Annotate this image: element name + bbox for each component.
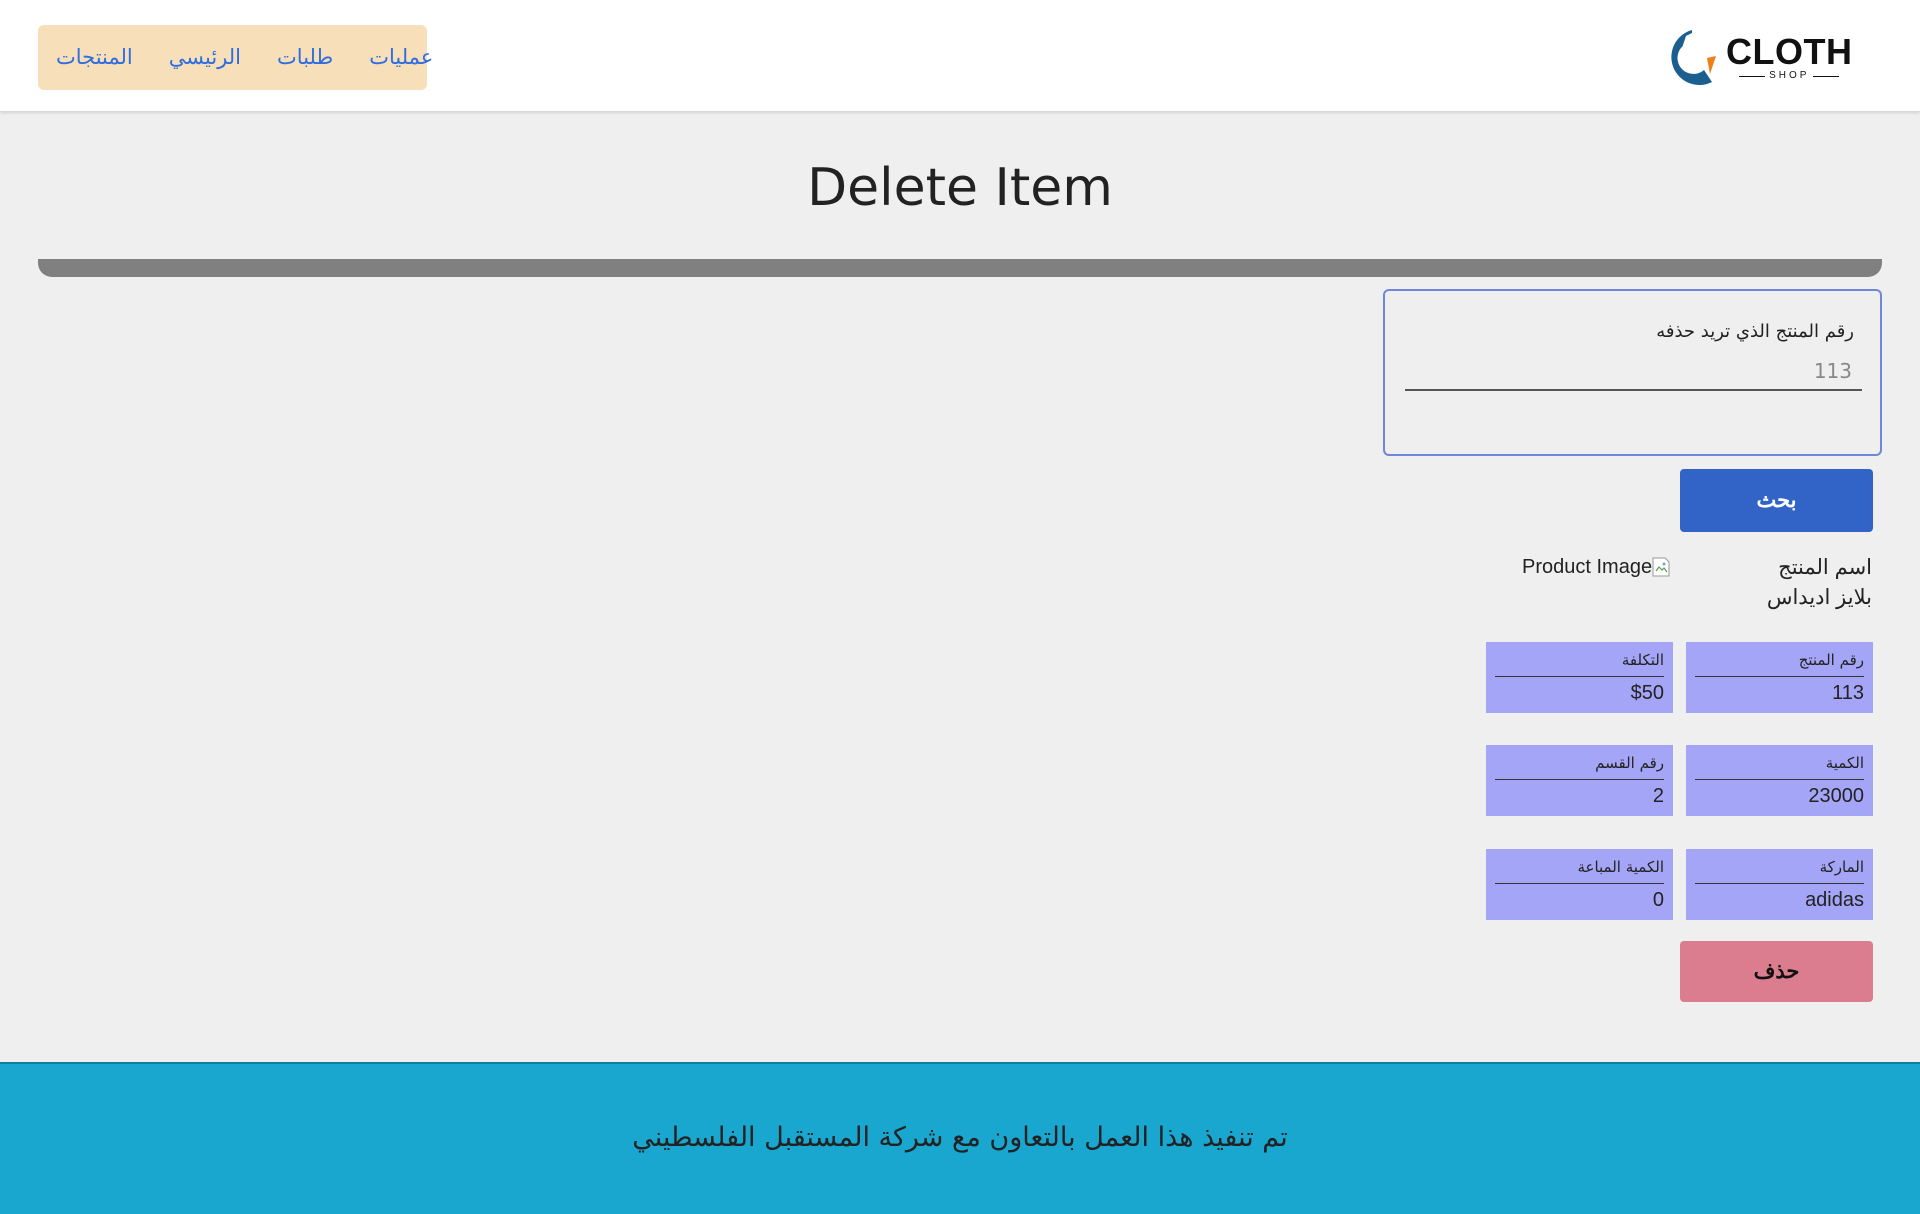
field-label: التكلفة xyxy=(1621,651,1664,669)
main-nav: عمليات طلبات الرئيسي المنتجات xyxy=(38,25,433,90)
product-name-label: اسم المنتج xyxy=(1778,556,1872,579)
field-label: رقم المنتج xyxy=(1798,651,1864,669)
delete-button[interactable]: حذف xyxy=(1680,941,1873,1002)
product-name-value: بلايز اديداس xyxy=(1766,586,1872,609)
logo-subtitle: SHOP xyxy=(1735,70,1843,82)
field-label: الكمية المباعة xyxy=(1577,858,1664,876)
field-divider xyxy=(1695,883,1864,884)
search-card: رقم المنتج الذي تريد حذفه xyxy=(1383,289,1882,456)
field-product-number: رقم المنتج 113 xyxy=(1686,642,1873,713)
product-image: Product Image xyxy=(1522,555,1670,579)
field-label: الماركة xyxy=(1819,858,1864,876)
field-divider xyxy=(1695,779,1864,780)
field-value: adidas xyxy=(1805,889,1864,911)
field-label: رقم القسم xyxy=(1595,754,1664,772)
site-header: عمليات طلبات الرئيسي المنتجات CLOTH SHOP xyxy=(0,0,1920,112)
shirt-logo-icon xyxy=(1671,30,1716,86)
broken-image-icon xyxy=(1652,557,1670,577)
logo-sub-text: SHOP xyxy=(1769,70,1810,81)
footer-text: تم تنفيذ هذا العمل بالتعاون مع شركة المس… xyxy=(632,1122,1288,1153)
field-value: $50 xyxy=(1630,682,1664,704)
logo-word: CLOTH xyxy=(1726,31,1853,72)
search-button[interactable]: بحث xyxy=(1680,469,1873,532)
field-divider xyxy=(1495,676,1664,677)
search-label: رقم المنتج الذي تريد حذفه xyxy=(1656,321,1854,342)
field-value: 23000 xyxy=(1808,785,1864,807)
field-brand: الماركة adidas xyxy=(1686,849,1873,920)
field-sold-quantity: الكمية المباعة 0 xyxy=(1486,849,1673,920)
field-category-number: رقم القسم 2 xyxy=(1486,745,1673,816)
nav-item-orders[interactable]: طلبات xyxy=(277,45,333,70)
field-value: 113 xyxy=(1832,682,1864,704)
field-label: الكمية xyxy=(1825,754,1864,772)
title-divider xyxy=(38,259,1882,277)
field-value: 2 xyxy=(1652,785,1664,807)
nav-item-operations[interactable]: عمليات xyxy=(369,45,433,70)
nav-item-home[interactable]: الرئيسي xyxy=(169,45,241,70)
product-image-alt: Product Image xyxy=(1522,555,1653,578)
field-value: 0 xyxy=(1652,889,1664,911)
field-divider xyxy=(1495,883,1664,884)
field-cost: التكلفة $50 xyxy=(1486,642,1673,713)
field-divider xyxy=(1495,779,1664,780)
site-footer: تم تنفيذ هذا العمل بالتعاون مع شركة المس… xyxy=(0,1062,1920,1214)
page-title: Delete Item xyxy=(807,158,1113,218)
logo-wordmark: CLOTH SHOP xyxy=(1726,34,1852,82)
product-number-input[interactable] xyxy=(1405,353,1862,391)
logo[interactable]: CLOTH SHOP xyxy=(1660,26,1860,90)
field-quantity: الكمية 23000 xyxy=(1686,745,1873,816)
field-divider xyxy=(1695,676,1864,677)
nav-item-products[interactable]: المنتجات xyxy=(56,45,133,70)
